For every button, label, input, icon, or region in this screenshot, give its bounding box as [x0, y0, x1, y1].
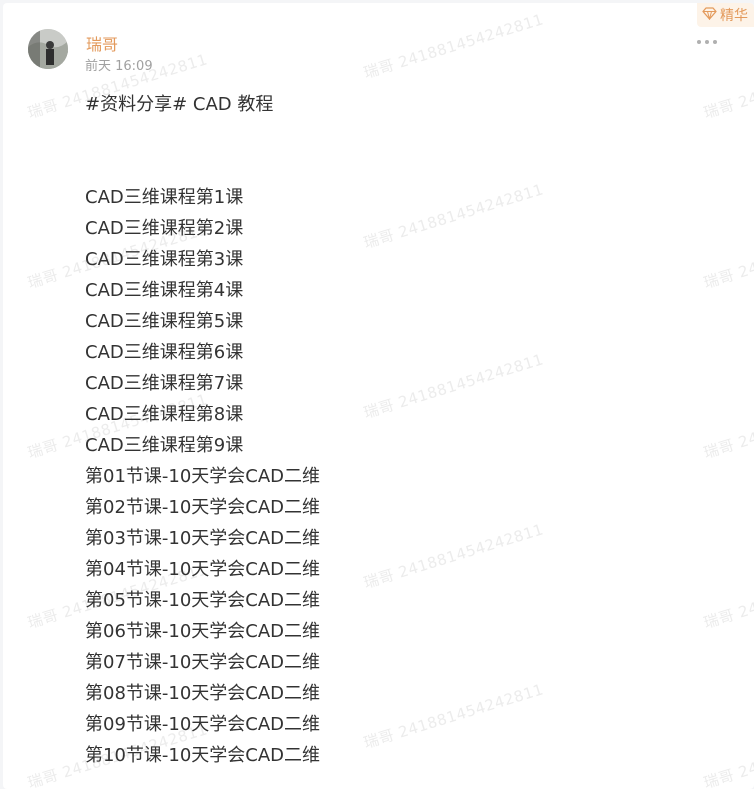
post-line: 第10节课-10天学会CAD二维 — [85, 745, 321, 766]
author-name[interactable]: 瑞哥 — [86, 31, 118, 55]
post-line: 第05节课-10天学会CAD二维 — [85, 590, 321, 611]
watermark-text: 瑞哥 241881454242811 — [361, 10, 546, 83]
post-line: 第09节课-10天学会CAD二维 — [85, 714, 321, 735]
more-button[interactable] — [695, 35, 719, 49]
more-dots-icon — [697, 40, 701, 44]
post-line: CAD三维课程第5课 — [85, 311, 244, 332]
post-line: 第01节课-10天学会CAD二维 — [85, 466, 321, 487]
post-line: 第08节课-10天学会CAD二维 — [85, 683, 321, 704]
post-line: CAD三维课程第8课 — [85, 404, 244, 425]
post-line: 第06节课-10天学会CAD二维 — [85, 621, 321, 642]
post-lines: CAD三维课程第1课 CAD三维课程第2课 CAD三维课程第3课 CAD三维课程第4课… — [85, 182, 734, 771]
post-line: 第04节课-10天学会CAD二维 — [85, 559, 321, 580]
post-line: CAD三维课程第7课 — [85, 373, 244, 394]
post-card: 瑞哥 241881454242811 瑞哥 241881454242811 瑞哥 2… — [3, 3, 754, 789]
badge-label: 精华 — [720, 8, 748, 24]
post-line: 第02节课-10天学会CAD二维 — [85, 497, 321, 518]
post-title: #资料分享# CAD 教程 — [85, 94, 274, 115]
post-line: CAD三维课程第9课 — [85, 435, 244, 456]
post-line: CAD三维课程第4课 — [85, 280, 244, 301]
diamond-icon — [702, 6, 717, 24]
post-line: CAD三维课程第6课 — [85, 342, 244, 363]
post-line: CAD三维课程第3课 — [85, 249, 244, 270]
post-line: CAD三维课程第2课 — [85, 218, 244, 239]
post-line: CAD三维课程第1课 — [85, 187, 244, 208]
featured-badge: 精华 — [697, 3, 754, 27]
post-line: 第03节课-10天学会CAD二维 — [85, 528, 321, 549]
avatar[interactable] — [28, 29, 68, 69]
post-time: 前天 16:09 — [85, 59, 153, 74]
post-body: #资料分享# CAD 教程 CAD三维课程第1课 CAD三维课程第2课 CAD三维课… — [85, 89, 734, 771]
post-line: 第07节课-10天学会CAD二维 — [85, 652, 321, 673]
